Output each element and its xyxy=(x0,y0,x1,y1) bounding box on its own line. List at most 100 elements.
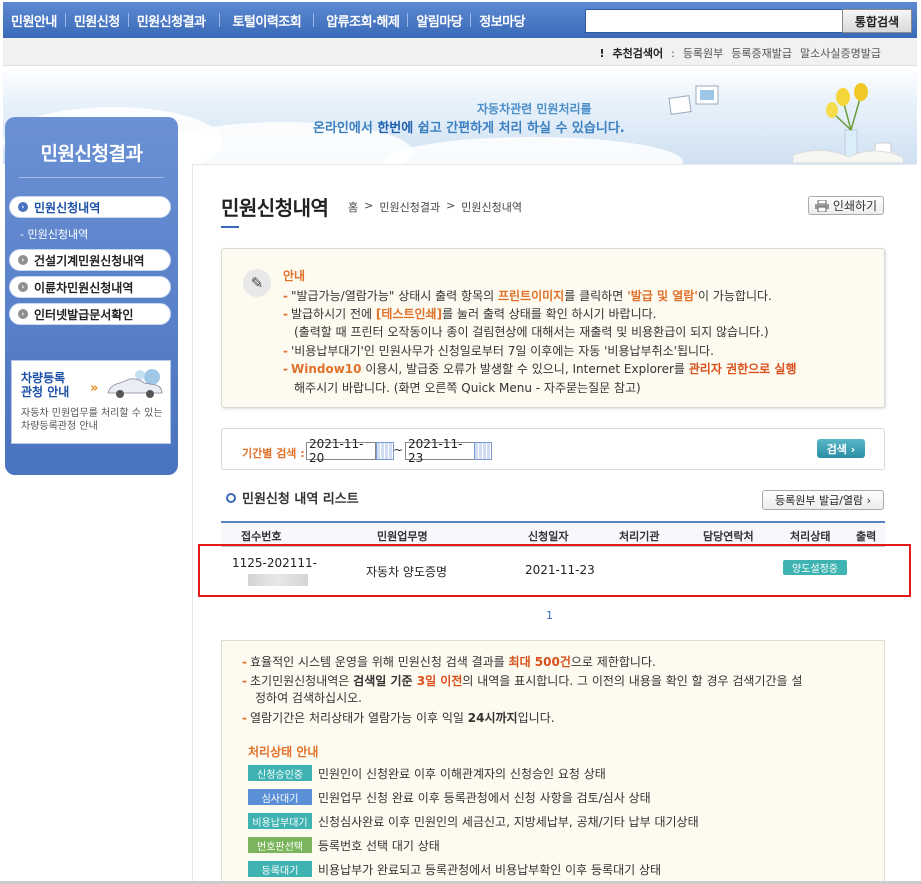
recommend-bar: ! 추천검색어 : 등록원부 등록증재발급 말소사실증명발급 xyxy=(3,38,917,66)
banner-text-emph: 한번에 xyxy=(377,121,414,136)
notice-text: "발급가능/열람가능" 상태시 출력 항목의 xyxy=(290,289,498,303)
calendar-icon[interactable] xyxy=(376,442,394,460)
integrated-search-button[interactable]: 통합검색 xyxy=(842,9,912,33)
nav-item-history[interactable]: 토털이력조회 xyxy=(220,2,313,38)
status-description: 등록번호 선택 대기 상태 xyxy=(318,839,440,853)
highlight-box xyxy=(198,544,911,597)
sidebar-item-construction-machinery[interactable]: › 건설기계민원신청내역 xyxy=(9,249,171,271)
sidebar-sub-item[interactable]: - 민원신청내역 xyxy=(20,226,88,242)
status-description: 비용납부가 완료되고 등록관청에서 비용납부확인 이후 등록대기 상태 xyxy=(318,863,662,877)
double-arrow-icon: » xyxy=(90,381,99,396)
exclamation-icon: ! xyxy=(599,46,605,60)
info-line: - 열람기간은 처리상태가 열람가능 이후 익일 24시까지입니다. xyxy=(242,711,555,725)
nav-item-info[interactable]: 정보마당 xyxy=(471,2,533,38)
banner-text-part: 온라인에서 xyxy=(313,121,378,136)
print-label: 인쇄하기 xyxy=(832,199,878,213)
page-number[interactable]: 1 xyxy=(546,609,553,622)
nav-item-notice[interactable]: 알림마당 xyxy=(408,2,470,38)
top-nav: 민원안내 민원신청 민원신청결과 토털이력조회 압류조회·해제 알림마당 정보마… xyxy=(3,2,917,38)
recommend-link[interactable]: 등록원부 xyxy=(683,45,723,61)
status-badge-review: 심사대기 xyxy=(248,789,312,805)
column-header: 신청일자 xyxy=(528,530,569,543)
status-description: 민원인이 신청완료 이후 이해관계자의 신청승인 요청 상태 xyxy=(318,767,606,781)
info-text: 초기민원신청내역은 xyxy=(249,674,354,688)
status-guide-title: 처리상태 안내 xyxy=(248,745,319,759)
list-title: 민원신청 내역 리스트 xyxy=(226,488,359,507)
sidebar-item-application-history[interactable]: › 민원신청내역 xyxy=(9,196,171,218)
page-title: 민원신청내역 xyxy=(221,196,329,220)
card-title: 차량등록 관청 안내 xyxy=(21,371,69,399)
info-highlight: 3일 이전 xyxy=(416,674,463,688)
nav-item-result[interactable]: 민원신청결과 xyxy=(129,2,214,38)
recommend-label: 추천검색어 xyxy=(612,47,664,60)
notice-line: - Window10 이용시, 발급중 오류가 발생할 수 있으니, Intern… xyxy=(283,362,797,376)
recommend-link[interactable]: 등록증재발급 xyxy=(731,45,792,61)
column-header: 처리상태 xyxy=(790,530,831,543)
register-issue-button[interactable]: 등록원부 발급/열람 › xyxy=(762,490,884,510)
sidebar-title: 민원신청결과 xyxy=(40,143,143,165)
nav-item-guide[interactable]: 민원안내 xyxy=(3,2,65,38)
info-text: 입니다. xyxy=(517,711,555,725)
info-line: 정하여 검색하십시오. xyxy=(255,691,362,705)
search-input[interactable] xyxy=(585,9,843,33)
column-header: 출력 xyxy=(856,530,877,543)
info-highlight: 최대 500건 xyxy=(508,655,571,669)
info-line: - 초기민원신청내역은 검색일 기준 3일 이전의 내역을 표시합니다. 그 이전… xyxy=(242,674,803,688)
column-header: 처리기관 xyxy=(619,530,660,543)
period-search: 기간별 검색 : 2021-11-20 ~ 2021-11-23 검색 › xyxy=(221,428,885,470)
info-line: - 효율적인 시스템 운영을 위해 민원신청 검색 결과를 최대 500건으로 제… xyxy=(242,655,656,669)
list-title-text: 민원신청 내역 리스트 xyxy=(242,492,359,507)
card-desc-line: 자동차 민원업무를 처리할 수 있는 xyxy=(21,408,163,419)
notice-text: 를 눌러 출력 상태를 확인 하시기 바랍니다. xyxy=(442,307,657,321)
notice-highlight: 프린트이미지 xyxy=(497,289,565,303)
info-text: 효율적인 시스템 운영을 위해 민원신청 검색 결과를 xyxy=(249,655,509,669)
card-title-line: 관청 안내 xyxy=(21,385,70,399)
cloud-decoration xyxy=(383,137,683,164)
notice-text: 를 클릭하면 xyxy=(564,289,628,303)
recommend-link[interactable]: 말소사실증명발급 xyxy=(800,45,881,61)
breadcrumb-item[interactable]: 민원신청결과 xyxy=(379,199,440,215)
sidebar-item-two-wheeler[interactable]: › 이륜차민원신청내역 xyxy=(9,276,171,298)
nav-item-seizure[interactable]: 압류조회·해제 xyxy=(314,2,407,38)
banner-text-part: 쉽고 간편하게 처리 하실 수 있습니다. xyxy=(413,121,625,136)
status-badge-plate: 번호판선택 xyxy=(248,837,312,853)
breadcrumb-current: 민원신청내역 xyxy=(461,201,523,214)
notice-line: - 발급하시기 전에 [테스트인쇄]를 눌러 출력 상태를 확인 하시기 바랍니다… xyxy=(283,307,657,321)
nav-item-apply[interactable]: 민원신청 xyxy=(66,2,128,38)
status-badge-payment: 비용납부대기 xyxy=(248,813,312,829)
arrow-bullet-icon: › xyxy=(18,202,28,212)
banner-text-1: 자동차관련 민원처리를 xyxy=(477,102,592,116)
breadcrumb-home[interactable]: 홈 xyxy=(348,199,358,215)
status-description: 신청심사완료 이후 민원인의 세금신고, 지방세납부, 공채/기타 납부 대기상… xyxy=(318,815,699,829)
registration-office-card[interactable]: 차량등록 관청 안내 » 자동차 민원업무를 처리할 수 있는 차량등록관청 안내 xyxy=(11,360,171,444)
period-label: 기간별 검색 : xyxy=(242,447,305,460)
notice-text: 이 가능합니다. xyxy=(697,289,772,303)
arrow-bullet-icon: › xyxy=(18,309,28,319)
status-badge-approval: 신청승인중 xyxy=(248,765,312,781)
notice-highlight: 관리자 권한으로 실행 xyxy=(688,362,797,376)
breadcrumb-separator: > xyxy=(446,199,456,212)
info-bold: 24시까지 xyxy=(467,711,518,725)
notice-title: 안내 xyxy=(283,269,306,283)
start-date-input[interactable]: 2021-11-20 xyxy=(306,437,376,465)
end-date-input[interactable]: 2021-11-23 xyxy=(405,437,475,465)
print-button[interactable]: 인쇄하기 xyxy=(808,196,884,215)
notice-highlight: Window10 xyxy=(290,362,362,376)
search-button[interactable]: 검색 › xyxy=(817,439,865,458)
calendar-icon[interactable] xyxy=(474,442,492,460)
sidebar-item-document-check[interactable]: › 인터넷발급문서확인 xyxy=(9,303,171,325)
column-header: 접수번호 xyxy=(241,530,282,543)
notice-line: - "발급가능/열람가능" 상태시 출력 항목의 프린트이미지를 클릭하면 '발급… xyxy=(283,289,772,303)
notice-highlight: [테스트인쇄] xyxy=(375,307,443,321)
notice-text: '비용납부대기'인 민원사무가 신청일로부터 7일 이후에는 자동 '비용납부취… xyxy=(290,344,714,358)
info-box: - 효율적인 시스템 운영을 위해 민원신청 검색 결과를 최대 500건으로 제… xyxy=(221,640,885,884)
status-badge-registration: 등록대기 xyxy=(248,861,312,877)
card-description: 자동차 민원업무를 처리할 수 있는 차량등록관청 안내 xyxy=(21,407,163,433)
notice-highlight: '발급 및 열람' xyxy=(627,289,698,303)
breadcrumb: 홈 > 민원신청결과 > 민원신청내역 xyxy=(348,199,522,215)
arrow-bullet-icon: › xyxy=(18,255,28,265)
notice-line: - '비용납부대기'인 민원사무가 신청일로부터 7일 이후에는 자동 '비용납부… xyxy=(283,344,714,358)
notice-line: 해주시기 바랍니다. (화면 오른쪽 Quick Menu - 자주묻는질문 참… xyxy=(294,381,641,395)
breadcrumb-separator: > xyxy=(364,199,374,212)
info-text: 의 내역을 표시합니다. 그 이전의 내용을 확인 할 경우 검색기간을 설 xyxy=(462,674,803,688)
